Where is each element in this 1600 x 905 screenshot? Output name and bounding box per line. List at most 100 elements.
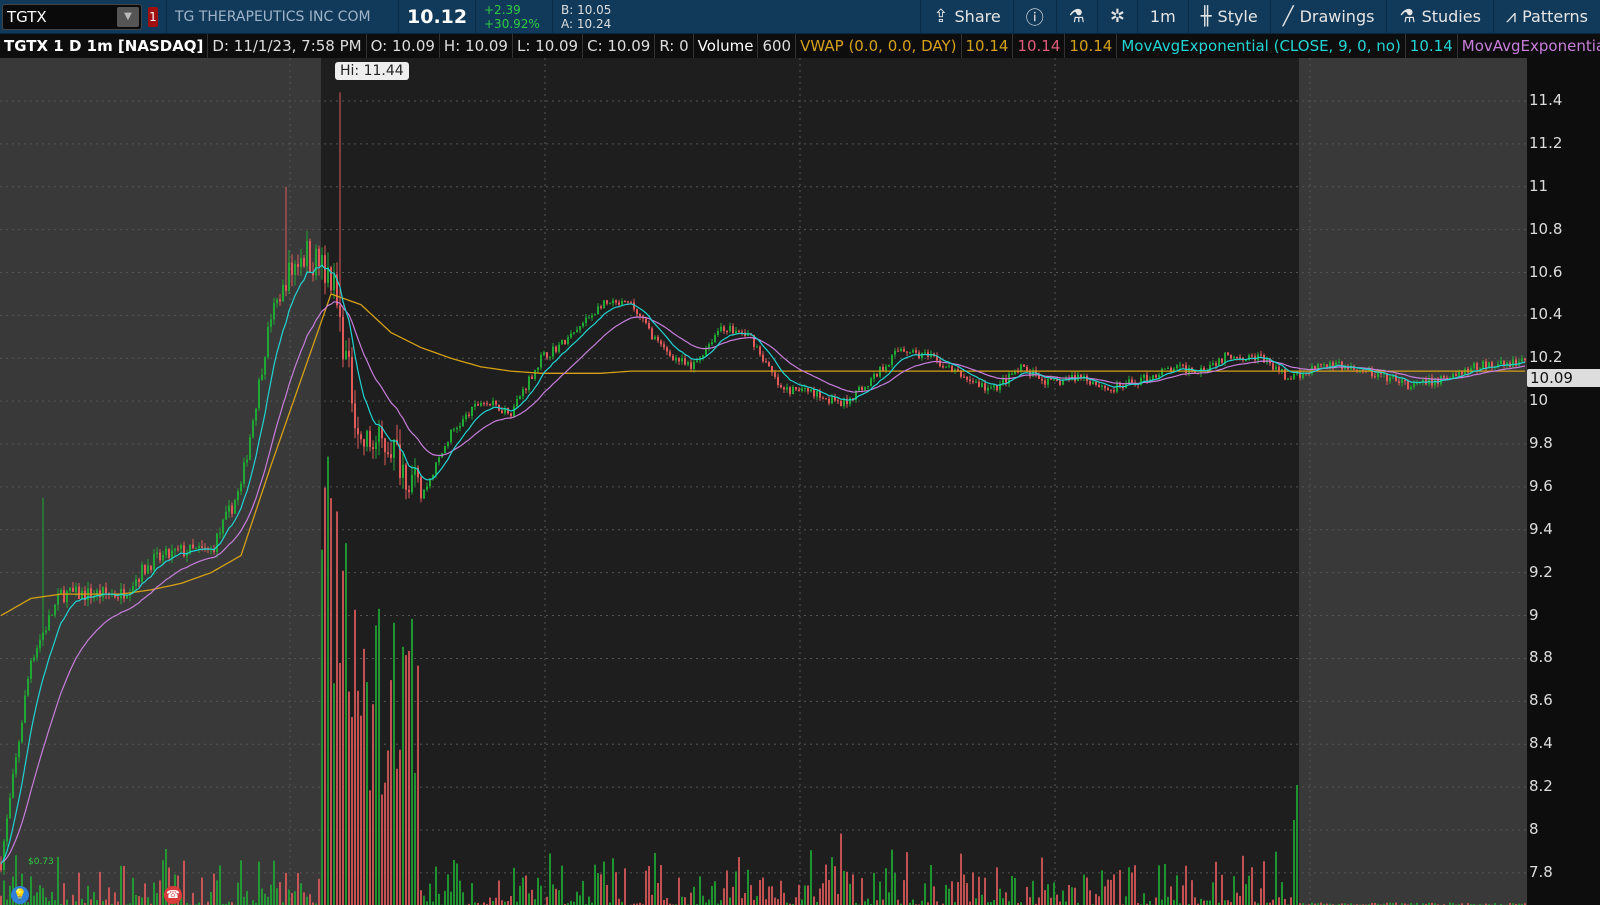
candle-body bbox=[762, 354, 764, 362]
candle-body bbox=[1173, 368, 1175, 371]
candle-body bbox=[858, 386, 860, 391]
candle-body bbox=[684, 358, 686, 365]
ema2-label[interactable]: MovAvgExponential ... bbox=[1458, 34, 1600, 58]
candle-body bbox=[777, 376, 779, 386]
volume-bar bbox=[1209, 900, 1211, 905]
toolbar-button-style[interactable]: ╫ Style bbox=[1187, 0, 1270, 34]
volume-bar bbox=[396, 768, 398, 905]
toolbar-button-flask-icon[interactable]: ⚗ bbox=[1055, 0, 1097, 34]
candle-body bbox=[849, 398, 851, 405]
volume-bar bbox=[699, 876, 701, 905]
volume-bar bbox=[1227, 900, 1229, 905]
volume-bar bbox=[261, 888, 263, 905]
vwap-label[interactable]: VWAP (0.0, 0.0, DAY) bbox=[796, 34, 962, 58]
candle-body bbox=[426, 486, 428, 490]
volume-bar bbox=[930, 865, 932, 905]
candle-body bbox=[948, 365, 950, 367]
volume-bar bbox=[369, 790, 371, 905]
candle-body bbox=[729, 326, 731, 332]
y-tick-label: 11 bbox=[1529, 176, 1549, 195]
candle-body bbox=[636, 309, 638, 315]
volume-bar bbox=[450, 891, 452, 905]
lightbulb-icon[interactable]: 💡 bbox=[11, 886, 29, 904]
candle-body bbox=[1293, 374, 1295, 380]
volume-bar bbox=[897, 899, 899, 905]
candle-body bbox=[339, 305, 341, 317]
volume-bar bbox=[3, 880, 5, 905]
toolbar-button-1m[interactable]: 1m bbox=[1136, 0, 1188, 34]
candle-body bbox=[693, 361, 695, 369]
candle-body bbox=[1092, 381, 1094, 385]
candle-body bbox=[357, 428, 359, 435]
candle-body bbox=[45, 630, 47, 633]
volume-bar bbox=[210, 891, 212, 905]
candle-body bbox=[483, 403, 485, 405]
candle-body bbox=[804, 388, 806, 390]
price-chart[interactable] bbox=[0, 58, 1600, 905]
volume-bar bbox=[807, 885, 809, 905]
volume-bar bbox=[366, 682, 368, 905]
volume-bar bbox=[342, 570, 344, 905]
candle-body bbox=[813, 389, 815, 397]
volume-bar bbox=[849, 883, 851, 905]
candle-body bbox=[159, 552, 161, 561]
volume-bar bbox=[762, 877, 764, 905]
volume-bar bbox=[657, 882, 659, 905]
ema9-label[interactable]: MovAvgExponential (CLOSE, 9, 0, no) bbox=[1117, 34, 1406, 58]
candle-body bbox=[228, 505, 230, 512]
volume-bar bbox=[192, 892, 194, 905]
volume-bar bbox=[402, 646, 404, 905]
candle-body bbox=[783, 387, 785, 390]
volume-bar bbox=[747, 869, 749, 905]
candle-body bbox=[1230, 354, 1232, 359]
link-badge[interactable]: 1 bbox=[148, 6, 158, 27]
phone-event-icon[interactable]: ☎ bbox=[164, 886, 182, 904]
candle-body bbox=[135, 579, 137, 587]
candle-body bbox=[459, 426, 461, 428]
volume-bar bbox=[453, 860, 455, 905]
volume-bar bbox=[117, 901, 119, 905]
volume-label[interactable]: Volume bbox=[694, 34, 759, 58]
volume-bar bbox=[525, 875, 527, 905]
toolbar-button-gear-icon[interactable]: ✲ bbox=[1096, 0, 1137, 34]
candle-body bbox=[882, 366, 884, 371]
candle-body bbox=[894, 350, 896, 355]
last-price: 10.12 bbox=[407, 5, 468, 28]
candle-body bbox=[1221, 358, 1223, 363]
toolbar-button-patterns[interactable]: ⩘ Patterns bbox=[1492, 0, 1600, 34]
volume-bar bbox=[324, 487, 326, 905]
candle-body bbox=[678, 357, 680, 362]
volume-bar bbox=[867, 898, 869, 905]
volume-bar bbox=[408, 650, 410, 905]
volume-bar bbox=[264, 893, 266, 905]
candle-body bbox=[315, 248, 317, 276]
volume-bar bbox=[447, 874, 449, 905]
candle-body bbox=[681, 358, 683, 362]
volume-bar bbox=[207, 901, 209, 905]
symbol-input[interactable]: TGTX ▼ bbox=[2, 3, 142, 30]
ema9-value: 10.14 bbox=[1406, 34, 1458, 58]
bar-low: L: 10.09 bbox=[513, 34, 584, 58]
candle-body bbox=[1095, 381, 1097, 385]
toolbar-button-drawings[interactable]: ╱ Drawings bbox=[1269, 0, 1387, 34]
toolbar-button-share[interactable]: ⇪ Share bbox=[920, 0, 1012, 34]
candle-body bbox=[588, 317, 590, 319]
candle-body bbox=[1116, 383, 1118, 392]
candle-body bbox=[288, 262, 290, 291]
volume-bar bbox=[354, 609, 356, 905]
candle-body bbox=[267, 326, 269, 358]
volume-bar bbox=[1044, 890, 1046, 905]
volume-bar bbox=[378, 608, 380, 905]
volume-bar bbox=[969, 901, 971, 905]
candle-body bbox=[198, 546, 200, 549]
toolbar-button-studies[interactable]: ⚗ Studies bbox=[1386, 0, 1493, 34]
candle-body bbox=[51, 614, 53, 616]
chevron-down-icon[interactable]: ▼ bbox=[117, 6, 139, 27]
flask-icon: ⚗ bbox=[1399, 6, 1416, 27]
candle-body bbox=[528, 376, 530, 390]
toolbar-button-info-icon[interactable]: ⓘ bbox=[1012, 0, 1056, 34]
candle-body bbox=[147, 565, 149, 574]
candle-body bbox=[354, 403, 356, 429]
share-icon: ⇪ bbox=[933, 6, 949, 27]
volume-bar bbox=[1068, 884, 1070, 905]
